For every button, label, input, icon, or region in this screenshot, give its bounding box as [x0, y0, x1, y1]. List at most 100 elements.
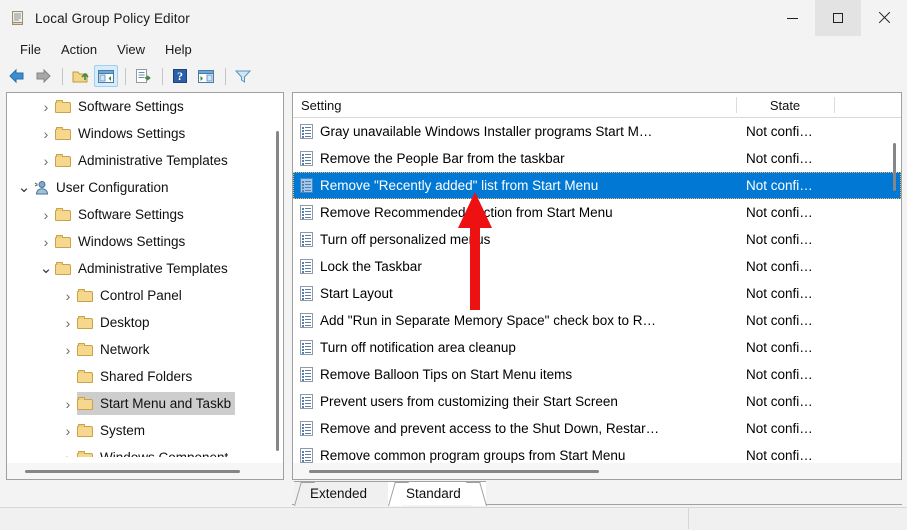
status-cell: [0, 508, 689, 529]
tree-item-network[interactable]: › Network: [7, 336, 271, 363]
table-row[interactable]: Start Layout Not confi…: [293, 280, 901, 307]
list-vertical-scrollbar[interactable]: [893, 143, 896, 191]
chevron-right-icon[interactable]: ›: [59, 444, 77, 458]
tree-item-label: Software Settings: [78, 207, 184, 222]
tree-item-content: Software Settings: [55, 203, 188, 226]
tree-item-windows-component[interactable]: › Windows Component: [7, 444, 271, 457]
menu-item-action[interactable]: Action: [51, 40, 107, 59]
folder-icon: [77, 315, 94, 330]
tree-item-system[interactable]: › System: [7, 417, 271, 444]
tree-item-start-menu-and-taskb[interactable]: › Start Menu and Taskb: [7, 390, 271, 417]
chevron-right-icon[interactable]: ›: [59, 336, 77, 363]
tree-item-administrative-templates[interactable]: ⌄ Administrative Templates: [7, 255, 271, 282]
tree-item-label: Administrative Templates: [78, 261, 228, 276]
console-tree-panel: › Software Settings › Windows Settings › Admi…: [6, 92, 284, 480]
column-divider[interactable]: [834, 97, 835, 113]
show-hide-console-tree-icon[interactable]: [94, 65, 118, 87]
menu-item-help[interactable]: Help: [155, 40, 202, 59]
table-row[interactable]: Add "Run in Separate Memory Space" check…: [293, 307, 901, 334]
tree-item-administrative-templates[interactable]: › Administrative Templates: [7, 147, 271, 174]
menu-item-view[interactable]: View: [107, 40, 155, 59]
title-bar: Local Group Policy Editor: [0, 0, 907, 36]
tree-horizontal-scrollbar[interactable]: [25, 470, 240, 473]
policy-setting-icon: [300, 313, 314, 328]
table-row[interactable]: Lock the Taskbar Not confi…: [293, 253, 901, 280]
table-row[interactable]: Turn off personalized menus Not confi…: [293, 226, 901, 253]
setting-state: Not confi…: [746, 421, 813, 436]
setting-state: Not confi…: [746, 394, 813, 409]
toolbar: ?: [0, 62, 907, 90]
chevron-down-icon[interactable]: ⌄: [15, 174, 33, 201]
minimize-icon: [786, 17, 798, 19]
policy-scroll-icon: [9, 9, 27, 27]
menu-bar: File Action View Help: [0, 36, 907, 62]
table-row[interactable]: Gray unavailable Windows Installer progr…: [293, 118, 901, 145]
setting-state: Not confi…: [746, 286, 813, 301]
chevron-right-icon[interactable]: ›: [37, 93, 55, 120]
tree-item-content: Windows Settings: [55, 122, 189, 145]
setting-name: Remove and prevent access to the Shut Do…: [320, 421, 660, 436]
folder-icon: [77, 288, 94, 303]
tree-item-shared-folders[interactable]: Shared Folders: [7, 363, 271, 390]
chevron-down-icon[interactable]: ⌄: [37, 255, 55, 282]
tree-item-windows-settings[interactable]: › Windows Settings: [7, 228, 271, 255]
table-row[interactable]: Remove Recommended section from Start Me…: [293, 199, 901, 226]
tree-item-label: Start Menu and Taskb: [100, 396, 232, 411]
tree-item-content: Software Settings: [55, 95, 188, 118]
filter-icon[interactable]: [231, 65, 255, 87]
minimize-button[interactable]: [769, 0, 815, 36]
folder-icon: [77, 423, 94, 438]
table-row[interactable]: Turn off notification area cleanup Not co…: [293, 334, 901, 361]
chevron-right-icon[interactable]: ›: [37, 147, 55, 174]
tree-item-content: Administrative Templates: [55, 149, 232, 172]
setting-state: Not confi…: [746, 232, 813, 247]
chevron-right-icon[interactable]: ›: [59, 309, 77, 336]
chevron-right-icon[interactable]: ›: [59, 417, 77, 444]
column-header-state[interactable]: State: [736, 93, 834, 117]
setting-state: Not confi…: [746, 124, 813, 139]
chevron-right-icon[interactable]: ›: [59, 390, 77, 417]
setting-state: Not confi…: [746, 178, 813, 193]
setting-name: Turn off notification area cleanup: [320, 340, 516, 355]
tab-edge: [466, 482, 487, 506]
show-hide-action-pane-icon[interactable]: [194, 65, 218, 87]
tree-item-desktop[interactable]: › Desktop: [7, 309, 271, 336]
table-row[interactable]: Prevent users from customizing their Sta…: [293, 388, 901, 415]
tree-item-user-configuration[interactable]: ⌄ User Configuration: [7, 174, 271, 201]
export-list-icon[interactable]: [131, 65, 155, 87]
tree-vertical-scrollbar[interactable]: [276, 131, 279, 451]
tree-item-software-settings[interactable]: › Software Settings: [7, 93, 271, 120]
tab-extended[interactable]: Extended: [294, 481, 390, 506]
toolbar-separator: [62, 67, 63, 85]
chevron-right-icon[interactable]: ›: [37, 228, 55, 255]
help-icon[interactable]: ?: [168, 65, 192, 87]
local-group-policy-editor-window: Local Group Policy Editor File Action Vi…: [0, 0, 907, 530]
tree-item-control-panel[interactable]: › Control Panel: [7, 282, 271, 309]
close-icon: [878, 12, 890, 24]
forward-icon[interactable]: [31, 65, 55, 87]
tab-standard-label: Standard: [406, 486, 461, 501]
policy-setting-icon: [300, 394, 314, 409]
chevron-right-icon[interactable]: ›: [59, 282, 77, 309]
list-horizontal-scrollbar[interactable]: [309, 470, 599, 473]
policy-setting-icon: [300, 232, 314, 247]
close-button[interactable]: [861, 0, 907, 36]
tab-standard[interactable]: Standard: [388, 481, 487, 506]
setting-name: Add "Run in Separate Memory Space" check…: [320, 313, 656, 328]
window-title: Local Group Policy Editor: [35, 10, 190, 26]
column-header-setting[interactable]: Setting: [301, 93, 341, 117]
up-one-level-icon[interactable]: [68, 65, 92, 87]
maximize-button[interactable]: [815, 0, 861, 36]
tree-item-windows-settings[interactable]: › Windows Settings: [7, 120, 271, 147]
table-row[interactable]: Remove Balloon Tips on Start Menu items N…: [293, 361, 901, 388]
tree-item-software-settings[interactable]: › Software Settings: [7, 201, 271, 228]
chevron-right-icon[interactable]: ›: [37, 120, 55, 147]
chevron-right-icon[interactable]: ›: [37, 201, 55, 228]
menu-item-file[interactable]: File: [10, 40, 51, 59]
table-row[interactable]: Remove the People Bar from the taskbar No…: [293, 145, 901, 172]
folder-icon: [55, 207, 72, 222]
tree-item-content: Start Menu and Taskb: [77, 392, 236, 415]
back-icon[interactable]: [5, 65, 29, 87]
table-row[interactable]: Remove and prevent access to the Shut Do…: [293, 415, 901, 442]
table-row[interactable]: Remove "Recently added" list from Start …: [293, 172, 901, 199]
